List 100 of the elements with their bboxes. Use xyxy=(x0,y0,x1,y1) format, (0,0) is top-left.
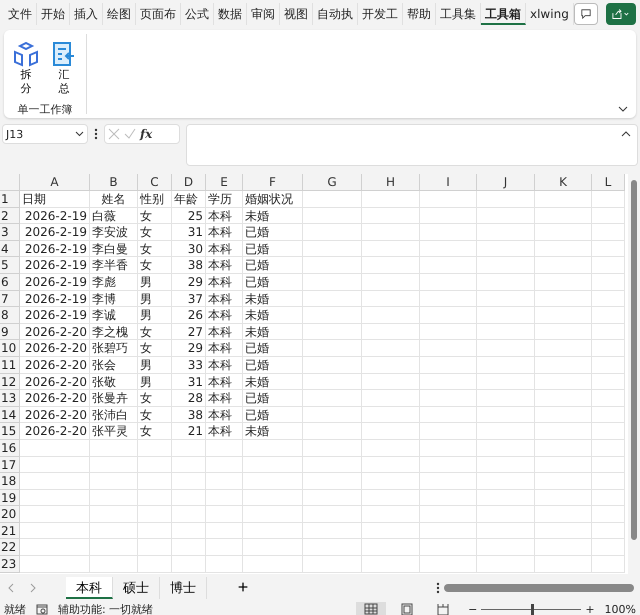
sheet-tab[interactable]: 硕士 xyxy=(113,576,160,598)
row-header[interactable]: 15 xyxy=(0,423,20,440)
ribbon-tab[interactable]: 帮助 xyxy=(403,3,436,25)
ribbon-tab[interactable]: 工具集 xyxy=(436,3,481,25)
slider-thumb[interactable] xyxy=(531,604,534,615)
table-cell: 2026-2-19 xyxy=(20,240,90,258)
chevron-down-icon[interactable] xyxy=(618,106,628,112)
row-header[interactable]: 5 xyxy=(0,257,20,274)
row-header[interactable]: 14 xyxy=(0,406,20,424)
formula-input[interactable] xyxy=(186,124,638,166)
empty-cell xyxy=(362,473,420,490)
row-header[interactable]: 3 xyxy=(0,224,20,241)
status-text: 就绪 xyxy=(4,602,26,615)
row-header[interactable]: 2 xyxy=(0,208,20,224)
view-button[interactable] xyxy=(356,602,386,615)
empty-cell xyxy=(303,191,362,208)
table-cell: 女 xyxy=(138,224,172,241)
empty-cell xyxy=(362,307,420,324)
zoom-out-button[interactable]: − xyxy=(468,601,478,615)
empty-cell xyxy=(477,522,535,540)
empty-cell xyxy=(535,191,592,208)
row-header[interactable]: 22 xyxy=(0,539,20,556)
row-header[interactable]: 11 xyxy=(0,356,20,374)
row-header[interactable]: 18 xyxy=(0,473,20,490)
ribbon-button[interactable]: 拆分 xyxy=(10,38,42,98)
add-sheet-button[interactable]: + xyxy=(229,576,257,599)
zoom-in-button[interactable]: + xyxy=(585,601,595,615)
column-header[interactable]: J xyxy=(477,174,535,191)
ribbon-tab[interactable]: 公式 xyxy=(181,3,214,25)
table-cell: 37 xyxy=(172,290,206,308)
comments-button[interactable] xyxy=(574,3,598,25)
column-header[interactable]: E xyxy=(206,174,243,191)
table-cell: 未婚 xyxy=(243,324,303,340)
empty-cell xyxy=(303,473,362,490)
row-header[interactable]: 8 xyxy=(0,307,20,324)
row-header[interactable]: 12 xyxy=(0,374,20,390)
empty-cell xyxy=(535,473,592,490)
row-header[interactable]: 21 xyxy=(0,522,20,540)
empty-cell xyxy=(172,556,206,573)
row-header[interactable]: 17 xyxy=(0,456,20,474)
empty-cell xyxy=(477,208,535,224)
sheet-tab[interactable]: 博士 xyxy=(160,576,207,598)
table-cell: 女 xyxy=(138,324,172,340)
row-header[interactable]: 20 xyxy=(0,506,20,523)
column-header[interactable]: D xyxy=(172,174,206,191)
row-header[interactable]: 13 xyxy=(0,390,20,407)
row-header[interactable]: 23 xyxy=(0,556,20,573)
row-header[interactable]: 7 xyxy=(0,290,20,308)
check-icon[interactable] xyxy=(124,128,136,140)
column-header[interactable]: L xyxy=(592,174,625,191)
row-header[interactable]: 16 xyxy=(0,440,20,456)
column-header[interactable]: I xyxy=(420,174,477,191)
ribbon-tab[interactable]: 开始 xyxy=(37,3,70,25)
row-header[interactable]: 6 xyxy=(0,274,20,291)
row-header[interactable]: 10 xyxy=(0,340,20,357)
empty-cell xyxy=(362,290,420,308)
column-header[interactable]: K xyxy=(535,174,592,191)
more-icon[interactable] xyxy=(94,128,98,140)
chevron-right-icon[interactable] xyxy=(30,582,36,592)
row-header[interactable]: 19 xyxy=(0,490,20,506)
name-box[interactable]: J13 xyxy=(2,124,88,144)
ribbon-tab[interactable]: 视图 xyxy=(280,3,313,25)
ribbon-tab[interactable]: 自动执 xyxy=(313,3,358,25)
ribbon-tab[interactable]: 文件 xyxy=(4,3,37,25)
empty-cell xyxy=(243,456,303,474)
ribbon-tab[interactable]: 工具箱 xyxy=(481,3,526,25)
chevron-up-icon[interactable] xyxy=(621,131,631,137)
more-icon[interactable] xyxy=(436,582,440,594)
row-header[interactable]: 1 xyxy=(0,191,20,208)
ribbon-tab[interactable]: 审阅 xyxy=(247,3,280,25)
row-header[interactable]: 4 xyxy=(0,240,20,258)
accessibility-status[interactable]: 辅助功能: 一切就绪 xyxy=(58,601,154,615)
column-header[interactable]: H xyxy=(362,174,420,191)
empty-cell xyxy=(172,506,206,523)
empty-cell xyxy=(592,356,625,374)
zoom-level[interactable]: 100% xyxy=(604,601,636,615)
column-header[interactable]: G xyxy=(303,174,362,191)
ribbon-tab[interactable]: 开发工 xyxy=(358,3,403,25)
ribbon-tab[interactable]: 页面布 xyxy=(136,3,181,25)
horizontal-scrollbar[interactable] xyxy=(444,584,634,592)
sheet-tab[interactable]: 本科 xyxy=(66,576,113,598)
table-cell: 2026-2-20 xyxy=(20,374,90,390)
column-header[interactable]: F xyxy=(243,174,303,191)
table-cell: 38 xyxy=(172,257,206,274)
table-cell: 29 xyxy=(172,274,206,291)
table-cell: 本科 xyxy=(206,423,243,440)
column-header[interactable]: B xyxy=(90,174,138,191)
row-header[interactable]: 9 xyxy=(0,324,20,340)
ribbon-tab[interactable]: 数据 xyxy=(214,3,247,25)
insert-function-button[interactable]: fx xyxy=(140,127,152,141)
column-header[interactable]: C xyxy=(138,174,172,191)
chevron-left-icon[interactable] xyxy=(8,582,14,592)
macro-icon[interactable] xyxy=(36,604,48,615)
ribbon-button[interactable]: 汇总 xyxy=(48,38,80,98)
share-button[interactable] xyxy=(606,3,636,25)
column-header[interactable]: A xyxy=(20,174,90,191)
ribbon-tab[interactable]: 绘图 xyxy=(103,3,136,25)
empty-cell xyxy=(362,490,420,506)
ribbon-tab[interactable]: 插入 xyxy=(70,3,103,25)
table-cell: 本科 xyxy=(206,374,243,390)
